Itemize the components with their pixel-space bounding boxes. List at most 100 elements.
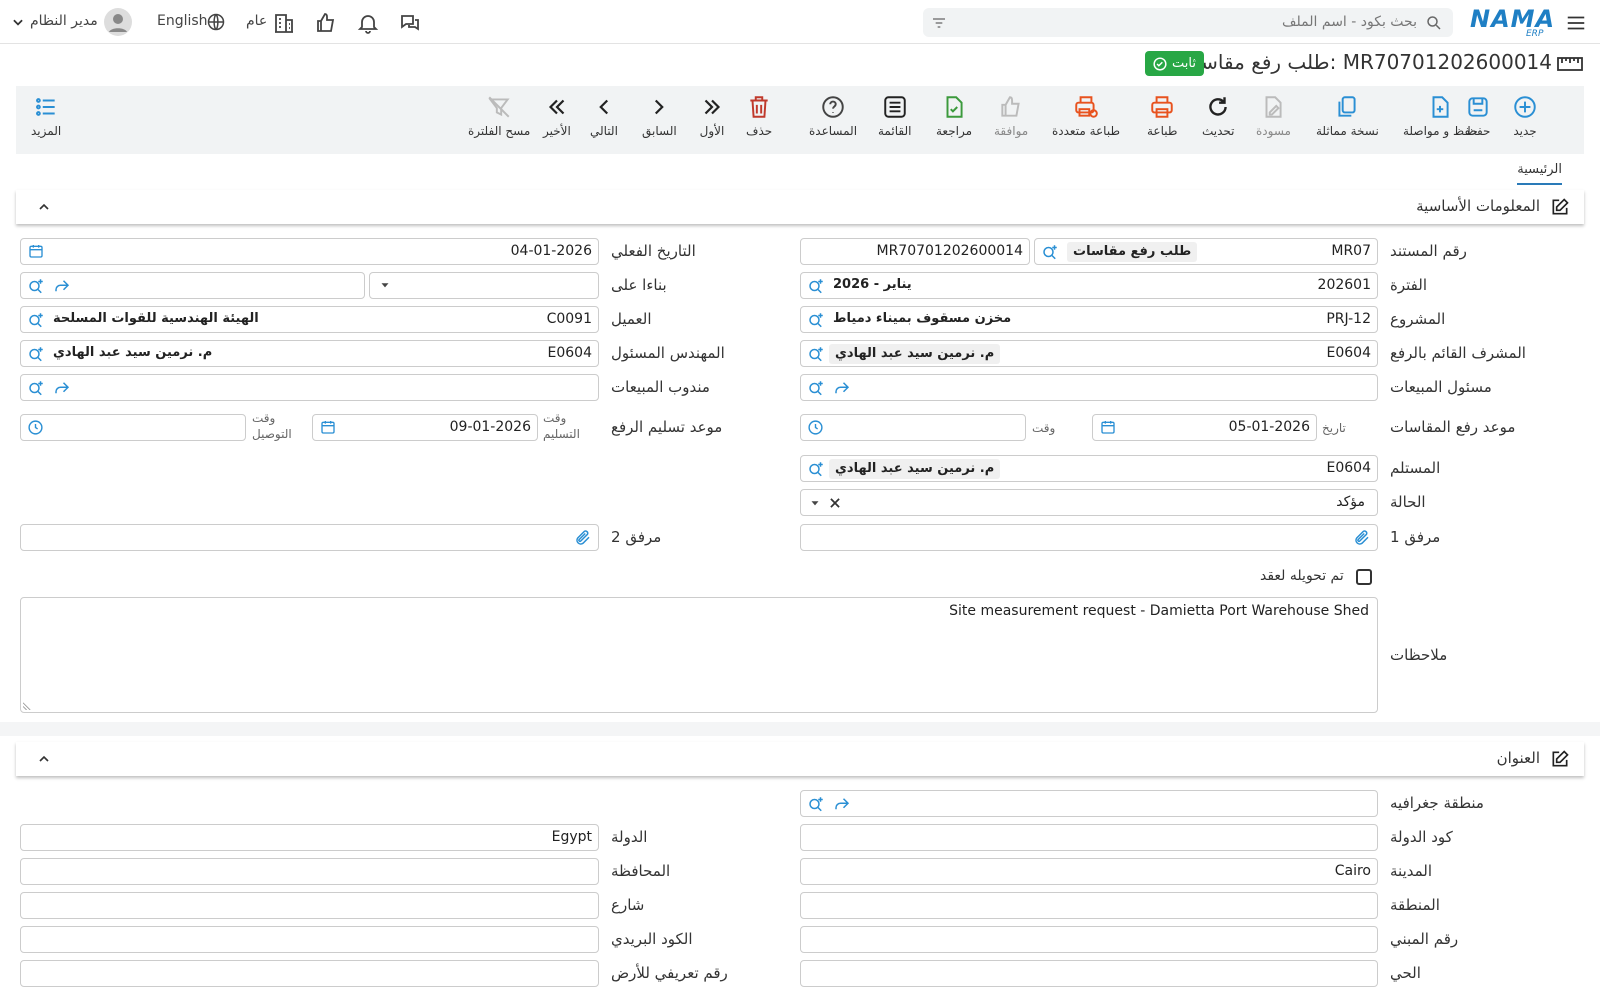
global-search-input[interactable]: بحث بكود - اسم الملف <box>923 8 1453 37</box>
delivery-date-field[interactable]: 09-01-2026 <box>312 414 538 441</box>
attachment2-field[interactable] <box>20 524 599 551</box>
list-button[interactable]: القائمة <box>878 94 911 138</box>
paperclip-icon[interactable] <box>574 529 592 547</box>
lookup-icon[interactable] <box>807 311 825 329</box>
sales-manager-field[interactable] <box>800 374 1378 401</box>
building-icon[interactable] <box>272 11 296 35</box>
attachment1-field[interactable] <box>800 524 1378 551</box>
language-switch[interactable]: English <box>157 13 208 29</box>
calendar-icon[interactable] <box>320 419 336 435</box>
previous-button[interactable]: السابق <box>642 94 677 138</box>
lookup-icon[interactable] <box>27 277 45 295</box>
city-field[interactable]: Cairo <box>800 858 1378 885</box>
globe-icon[interactable] <box>206 12 226 32</box>
new-button[interactable]: جديد <box>1512 94 1538 138</box>
print-button[interactable]: طباعة <box>1147 94 1177 138</box>
postal-field[interactable] <box>20 926 599 953</box>
review-button[interactable]: مراجعة <box>936 94 972 138</box>
help-button[interactable]: المساعدة <box>809 94 857 138</box>
printer-icon <box>1151 96 1173 118</box>
caret-down-icon[interactable] <box>808 496 822 510</box>
measure-date-small: تاريخ <box>1322 421 1346 435</box>
engineer-field[interactable]: E0604 م. نرمين سيد عبد الهادي <box>20 340 599 367</box>
land-id-field[interactable] <box>20 960 599 987</box>
sales-rep-field[interactable] <box>20 374 599 401</box>
paperclip-icon[interactable] <box>1353 529 1371 547</box>
close-icon[interactable] <box>828 496 842 510</box>
search-placeholder: بحث بكود - اسم الملف <box>1282 14 1417 30</box>
lookup-icon[interactable] <box>807 277 825 295</box>
notes-textarea[interactable]: Site measurement request - Damietta Port… <box>20 597 1378 713</box>
share-icon[interactable] <box>833 795 851 813</box>
chevron-down-icon[interactable] <box>11 15 25 29</box>
branch-label[interactable]: عام <box>246 13 267 29</box>
sales-rep-label: مندوب المبيعات <box>611 378 710 396</box>
duplicate-button[interactable]: نسخة مماثلة <box>1316 94 1379 138</box>
building-field[interactable] <box>800 926 1378 953</box>
chevron-up-icon[interactable] <box>36 199 52 215</box>
based-on-field[interactable] <box>20 272 365 299</box>
first-button[interactable]: الأول <box>699 94 725 138</box>
country-code-field[interactable] <box>800 824 1378 851</box>
calendar-icon[interactable] <box>1100 419 1116 435</box>
lookup-icon[interactable] <box>1041 243 1059 261</box>
doc-number-field[interactable]: MR70701202600014 <box>800 238 1030 265</box>
chevrons-right-icon <box>704 99 721 115</box>
next-button[interactable]: التالي <box>590 94 618 138</box>
arrival-time-field[interactable] <box>20 414 246 441</box>
converted-checkbox[interactable] <box>1356 569 1372 585</box>
customer-field[interactable]: C0091 الهيئة الهندسية للقوات المسلحة <box>20 306 599 333</box>
based-on-type-select[interactable] <box>369 272 599 299</box>
measure-time-field[interactable] <box>800 414 1026 441</box>
save-continue-button[interactable]: حفظ و مواصلة <box>1403 94 1478 138</box>
clock-icon[interactable] <box>27 419 44 436</box>
lookup-icon[interactable] <box>807 795 825 813</box>
hamburger-menu-icon[interactable] <box>1565 12 1587 34</box>
share-icon[interactable] <box>53 277 71 295</box>
share-icon[interactable] <box>53 379 71 397</box>
area-field[interactable] <box>800 892 1378 919</box>
basic-info-section-header[interactable]: المعلومات الأساسية <box>16 190 1584 224</box>
multi-print-button[interactable]: طباعة متعددة <box>1052 94 1120 138</box>
tab-main[interactable]: الرئيسية <box>1517 162 1562 185</box>
building-label: رقم المبني <box>1390 930 1459 948</box>
resize-handle-icon[interactable] <box>23 701 32 710</box>
chat-icon[interactable] <box>398 11 422 35</box>
street-field[interactable] <box>20 892 599 919</box>
last-button[interactable]: الأخير <box>543 94 571 138</box>
project-field[interactable]: PRJ-12 مخزن مسقوف بميناء دمياط <box>800 306 1378 333</box>
delete-button[interactable]: حذف <box>746 94 772 138</box>
governorate-field[interactable] <box>20 858 599 885</box>
lookup-icon[interactable] <box>27 379 45 397</box>
chevron-up-icon[interactable] <box>36 751 52 767</box>
status-select[interactable]: مؤكد <box>800 489 1378 516</box>
geo-region-field[interactable] <box>800 790 1378 817</box>
bell-icon[interactable] <box>356 11 380 35</box>
approve-button[interactable]: موافقة <box>994 94 1028 138</box>
clear-filter-button[interactable]: مسح الفلترة <box>468 94 530 138</box>
lookup-icon[interactable] <box>27 345 45 363</box>
more-button[interactable]: المزيد <box>31 94 61 138</box>
draft-button[interactable]: مسودة <box>1256 94 1291 138</box>
supervisor-field[interactable]: E0604 م. نرمين سيد عبد الهادي <box>800 340 1378 367</box>
country-field[interactable]: Egypt <box>20 824 599 851</box>
clock-icon[interactable] <box>807 419 824 436</box>
filter-icon[interactable] <box>931 15 947 31</box>
thumbs-up-icon[interactable] <box>314 11 338 35</box>
receiver-field[interactable]: E0604 م. نرمين سيد عبد الهادي <box>800 455 1378 482</box>
lookup-icon[interactable] <box>27 311 45 329</box>
refresh-button[interactable]: تحديث <box>1202 94 1235 138</box>
doc-prefix-field[interactable]: MR07 طلب رفع مقاسات <box>1034 238 1378 265</box>
share-icon[interactable] <box>833 379 851 397</box>
user-name[interactable]: مدير النظام <box>30 13 98 29</box>
lookup-icon[interactable] <box>807 460 825 478</box>
lookup-icon[interactable] <box>807 345 825 363</box>
lookup-icon[interactable] <box>807 379 825 397</box>
period-field[interactable]: 202601 2026 - يناير <box>800 272 1378 299</box>
calendar-icon[interactable] <box>28 243 44 259</box>
actual-date-field[interactable]: 04-01-2026 <box>20 238 599 265</box>
avatar[interactable] <box>104 8 132 36</box>
district-field[interactable] <box>800 960 1378 987</box>
address-section-header[interactable]: العنوان <box>16 742 1584 776</box>
measure-date-field[interactable]: 05-01-2026 <box>1092 414 1317 441</box>
